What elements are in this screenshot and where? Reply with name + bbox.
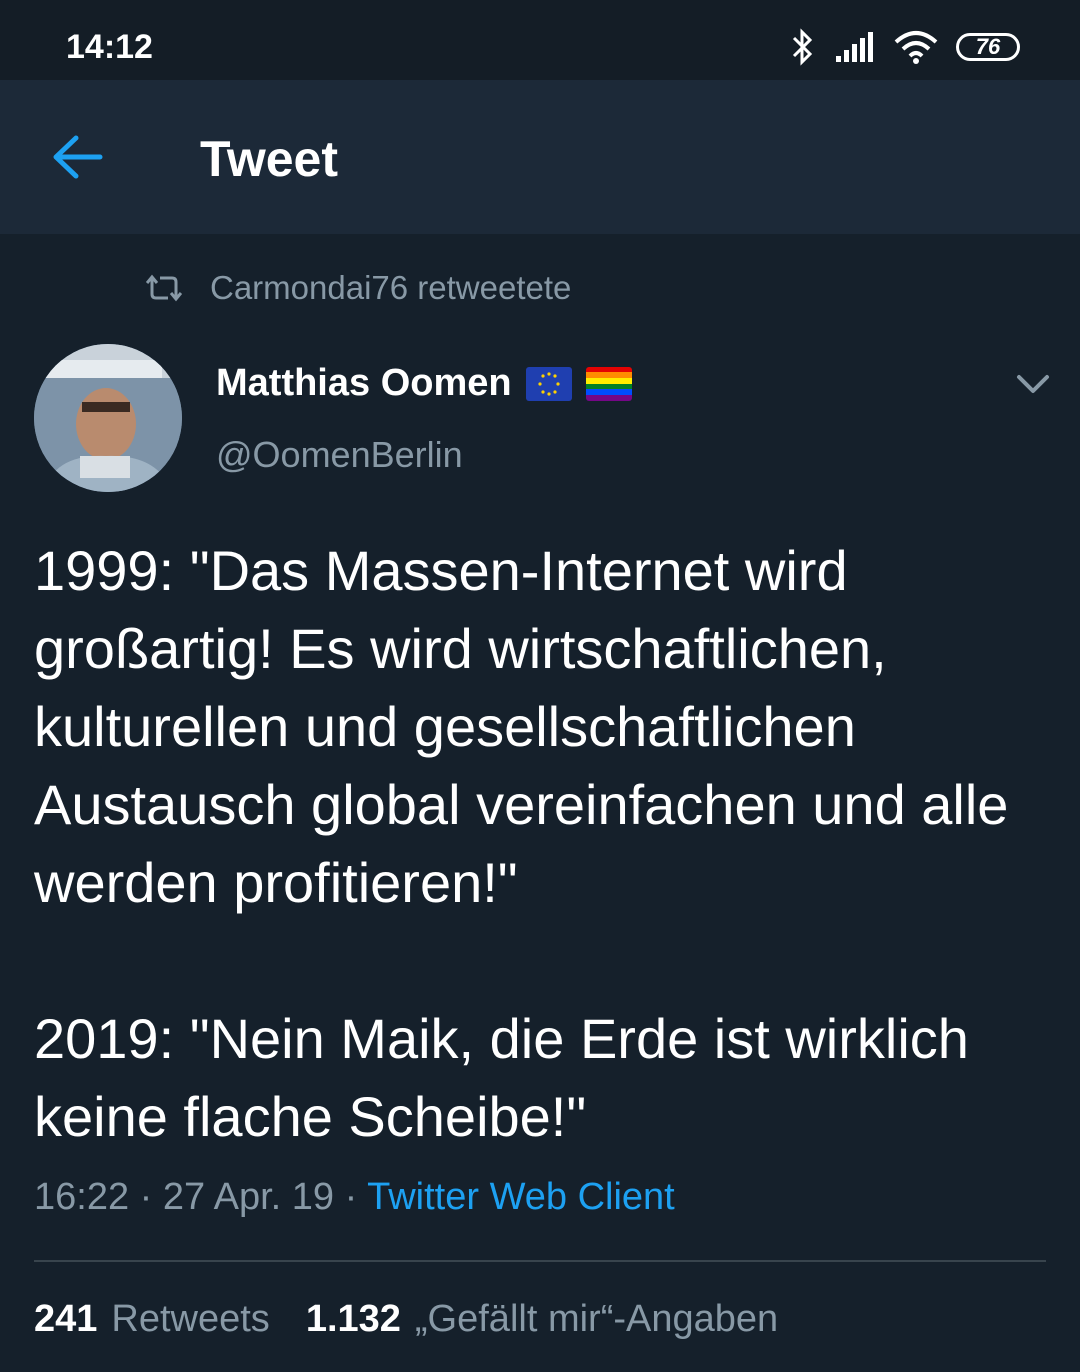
back-button[interactable] — [50, 132, 106, 182]
top-app-bar: Tweet — [0, 80, 1080, 234]
status-bar: 14:12 76 — [0, 0, 1080, 80]
tweet-client-link[interactable]: Twitter Web Client — [367, 1176, 675, 1218]
avatar-image — [34, 344, 182, 492]
battery-level: 76 — [975, 34, 1001, 59]
retweet-label: Carmondai76 retweetete — [210, 269, 572, 306]
meta-separator: · — [139, 1176, 153, 1218]
retweet-icon — [146, 274, 182, 302]
battery-icon: 76 — [956, 33, 1020, 61]
status-time: 14:12 — [66, 28, 153, 66]
tweet-meta: 16:22 · 27 Apr. 19 · Twitter Web Client — [34, 1176, 675, 1219]
more-options-button[interactable] — [1016, 372, 1050, 396]
retweet-context[interactable]: Carmondai76 retweetete — [146, 268, 571, 308]
retweets-count: 241 — [34, 1298, 98, 1340]
bluetooth-icon — [792, 28, 813, 66]
avatar[interactable] — [34, 344, 182, 492]
author-handle[interactable]: @OomenBerlin — [216, 434, 463, 476]
author-name-row[interactable]: Matthias Oomen — [216, 362, 632, 405]
retweets-label: Retweets — [111, 1298, 270, 1340]
chevron-down-icon — [1017, 375, 1049, 393]
wifi-icon — [894, 31, 938, 64]
retweets-stat[interactable]: 241 Retweets — [34, 1298, 270, 1341]
tweet-time: 16:22 — [34, 1176, 130, 1218]
status-icons: 76 — [790, 22, 1020, 72]
back-arrow-icon — [53, 135, 103, 179]
signal-icon — [836, 32, 873, 62]
likes-count: 1.132 — [305, 1298, 401, 1340]
meta-separator: · — [344, 1176, 358, 1218]
rainbow-flag-icon — [585, 366, 632, 401]
divider — [34, 1260, 1046, 1262]
page-title: Tweet — [200, 131, 338, 187]
likes-stat[interactable]: 1.132 „Gefällt mir“-Angaben — [306, 1298, 778, 1341]
author-name: Matthias Oomen — [216, 362, 512, 404]
likes-label: „Gefällt mir“-Angaben — [414, 1298, 779, 1340]
tweet-stats: 241 Retweets 1.132 „Gefällt mir“-Angaben — [34, 1298, 814, 1341]
eu-flag-icon — [525, 366, 572, 401]
tweet-text: 1999: "Das Massen-Internet wird großarti… — [34, 539, 1009, 1148]
tweet-date: 27 Apr. 19 — [162, 1176, 335, 1218]
